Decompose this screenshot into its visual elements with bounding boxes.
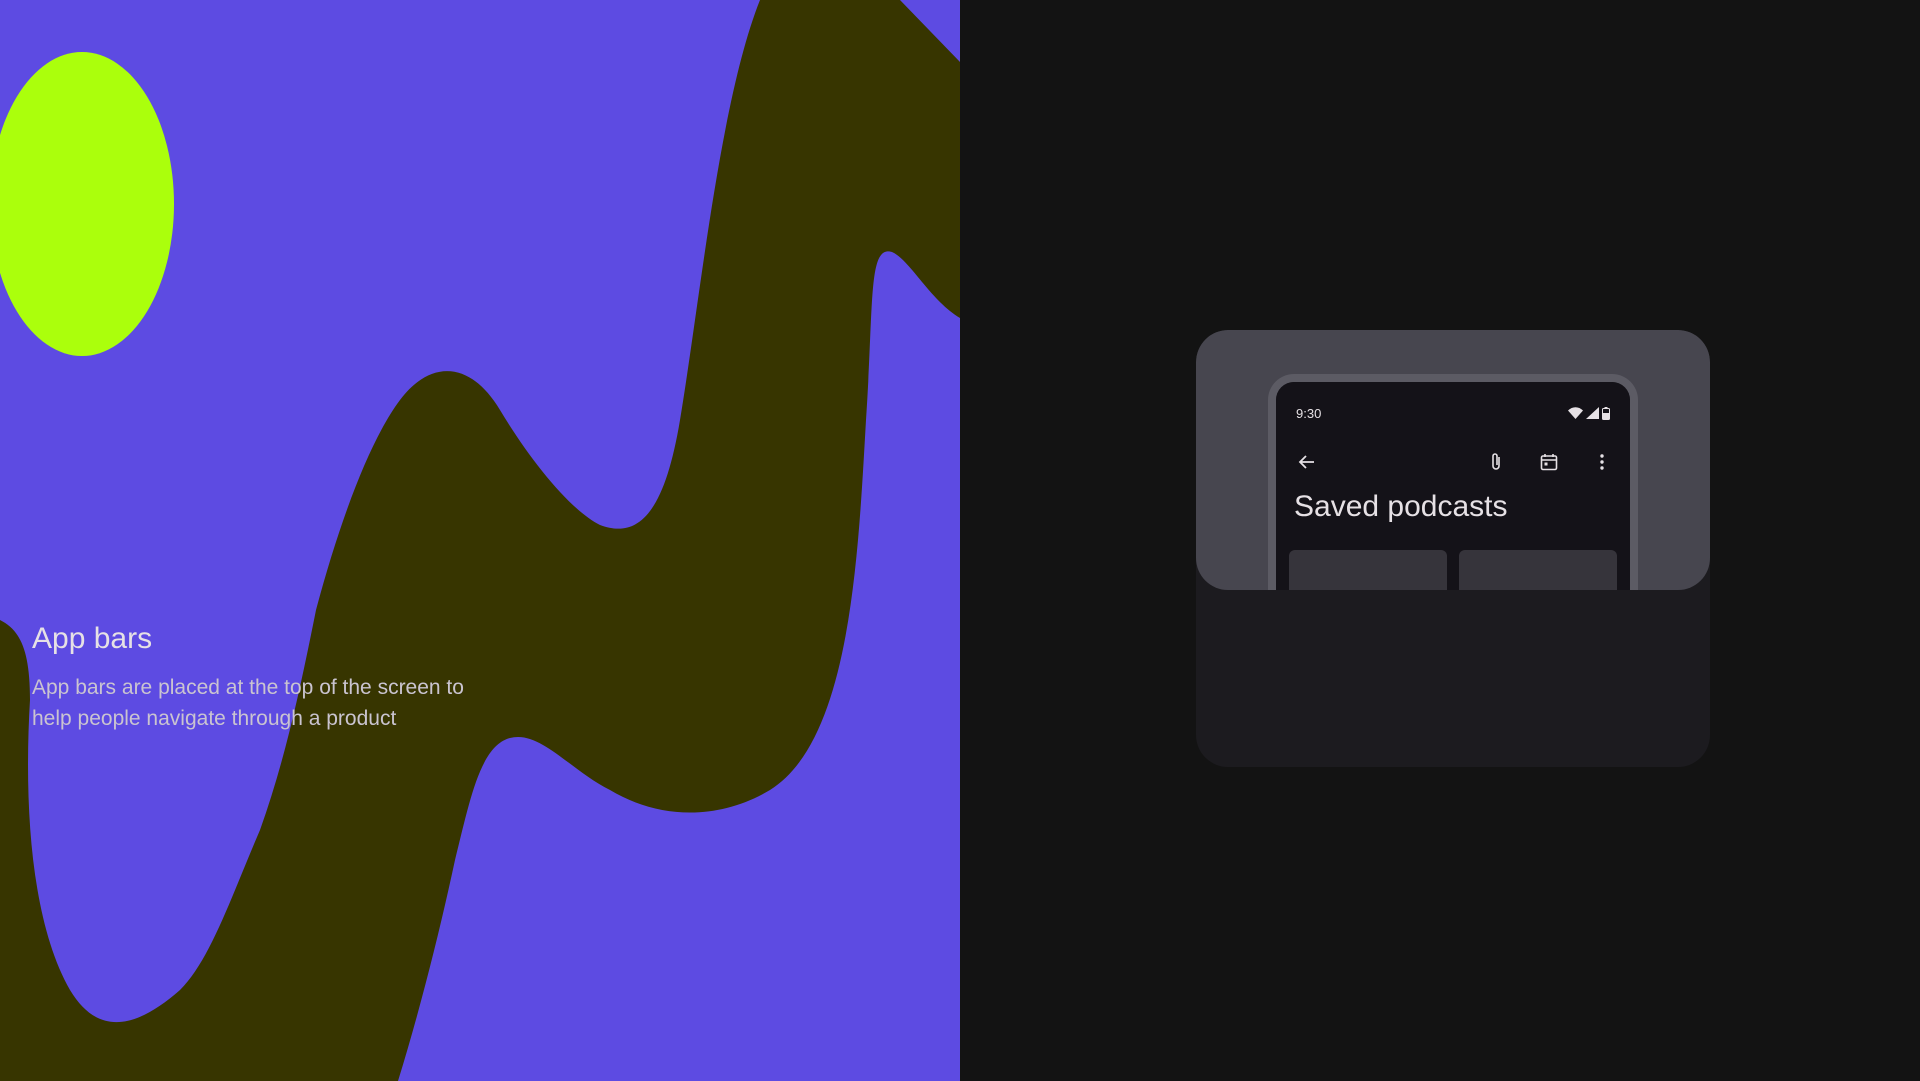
wifi-icon [1568,407,1583,419]
screen-title: Saved podcasts [1294,490,1508,523]
battery-icon [1602,406,1610,420]
card-title: App bars [32,622,153,655]
card-preview: 9:30 Saved podcasts [1196,330,1710,590]
abstract-wave-illustration [0,0,960,1081]
phone-mockup: 9:30 Saved podcasts [1268,374,1638,590]
content-tile [1459,550,1617,590]
component-card[interactable]: 9:30 Saved podcasts [1196,330,1710,767]
illustration-panel [0,0,960,1081]
status-icons [1568,406,1610,420]
top-app-bar [1286,442,1622,482]
status-time: 9:30 [1296,405,1322,421]
calendar-icon[interactable] [1529,442,1569,482]
status-bar: 9:30 [1296,404,1610,422]
card-description: App bars are placed at the top of the sc… [32,676,464,730]
arrow-back-icon[interactable] [1286,442,1326,482]
toolbar-actions [1476,442,1622,482]
more-vert-icon[interactable] [1582,442,1622,482]
attach-icon[interactable] [1476,442,1516,482]
phone-screen: 9:30 Saved podcasts [1276,382,1630,590]
signal-icon [1586,407,1599,419]
content-tile [1289,550,1447,590]
